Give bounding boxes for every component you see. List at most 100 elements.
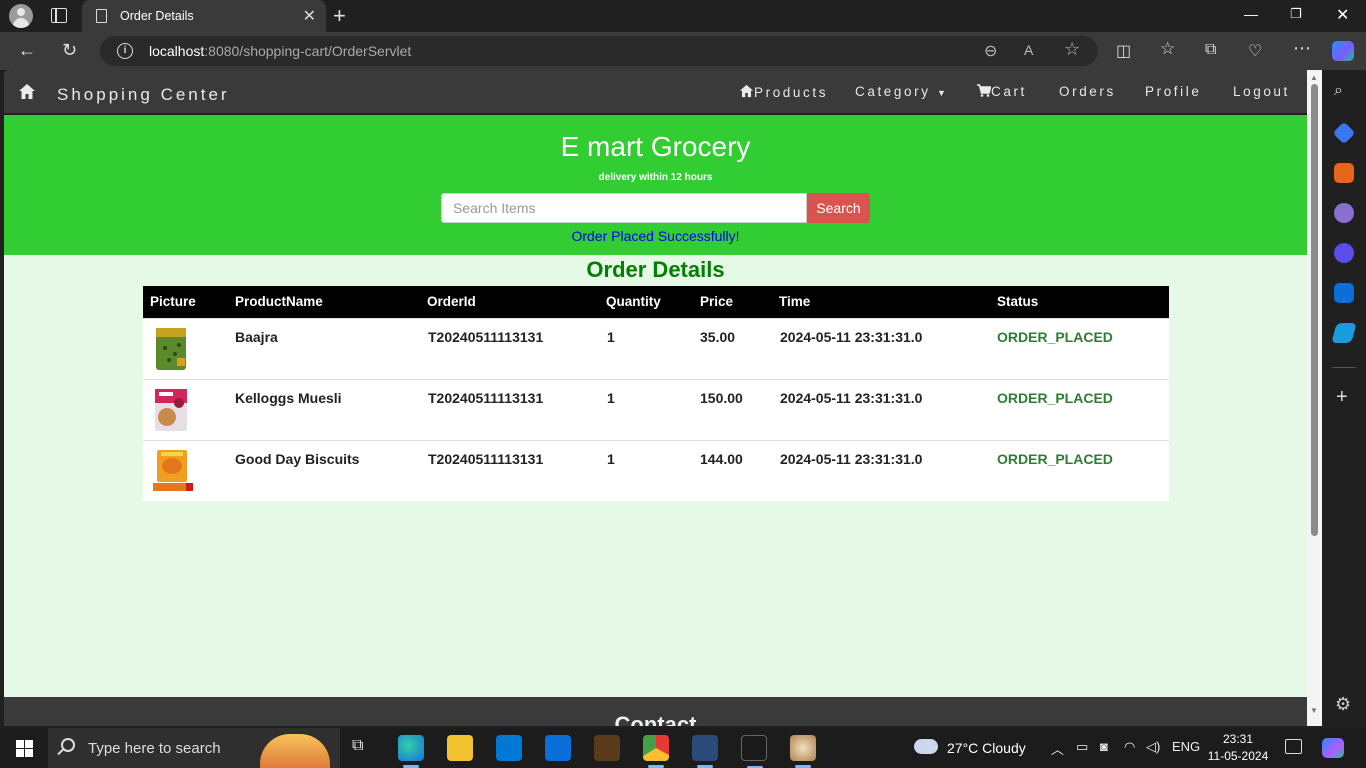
quantity: 1: [607, 451, 615, 467]
minimize-icon[interactable]: —: [1244, 6, 1258, 22]
mail-icon[interactable]: [545, 735, 571, 761]
order-id: T20240511113131: [428, 390, 544, 406]
scroll-down-icon[interactable]: ▼: [1310, 706, 1318, 715]
browser-tabbar: Order Details ✕ + — ❐ ✕: [0, 0, 1366, 32]
read-aloud-icon[interactable]: A: [1024, 42, 1033, 58]
copilot-taskbar-icon[interactable]: [1322, 738, 1344, 758]
profile-avatar-icon[interactable]: [9, 4, 33, 28]
scroll-up-icon[interactable]: ▲: [1310, 73, 1318, 82]
system-clock[interactable]: 23:31 11-05-2024: [1206, 731, 1270, 765]
nav-category-label: Category: [855, 84, 931, 99]
url-text[interactable]: localhost:8080/shopping-cart/OrderServle…: [149, 43, 411, 59]
add-sidebar-app-icon[interactable]: +: [1336, 386, 1348, 409]
product-name[interactable]: Good Day Biscuits: [235, 451, 359, 467]
collections-icon[interactable]: ⧉: [1205, 41, 1216, 59]
sidebar-search-icon[interactable]: ⌕: [1334, 82, 1354, 102]
search-input[interactable]: [441, 193, 807, 223]
table-row: Good Day Biscuits T20240511113131 1 144.…: [143, 440, 1169, 501]
search-highlight-icon: [260, 734, 330, 768]
mysql-workbench-icon[interactable]: [692, 735, 718, 768]
file-explorer-icon[interactable]: [447, 735, 473, 761]
table-row: Baajra T20240511113131 1 35.00 2024-05-1…: [143, 318, 1169, 379]
order-success-message: Order Placed Successfully!: [571, 228, 740, 244]
edge-sidebar: ⌕ + ⚙: [1322, 70, 1366, 728]
nav-products[interactable]: Products: [739, 84, 828, 100]
game-app-icon[interactable]: [594, 735, 620, 761]
nav-profile[interactable]: Profile: [1145, 84, 1201, 99]
split-screen-icon[interactable]: ◫: [1116, 41, 1131, 61]
site-navbar: Shopping Center Products Category ▼ Cart…: [4, 70, 1307, 115]
baajra-pack-image: [156, 328, 186, 370]
new-tab-icon[interactable]: +: [333, 3, 346, 29]
paint-icon[interactable]: [790, 735, 816, 768]
page-viewport: Shopping Center Products Category ▼ Cart…: [4, 70, 1307, 726]
site-brand[interactable]: Shopping Center: [57, 85, 230, 105]
mysql-client-icon[interactable]: [741, 735, 767, 768]
taskbar-search[interactable]: Type here to search: [48, 728, 340, 768]
microsoft-store-icon[interactable]: [496, 735, 522, 761]
shopping-tag-icon[interactable]: [1332, 121, 1356, 145]
back-icon[interactable]: ←: [18, 40, 36, 61]
games-icon[interactable]: [1334, 203, 1354, 223]
status-badge: ORDER_PLACED: [997, 329, 1113, 345]
column-header: OrderId: [427, 294, 476, 309]
task-view-icon[interactable]: ⧉: [352, 737, 363, 755]
biscuits-pack-image: [153, 450, 193, 491]
product-name[interactable]: Baajra: [235, 329, 278, 345]
status-badge: ORDER_PLACED: [997, 451, 1113, 467]
nav-orders[interactable]: Orders: [1059, 84, 1116, 99]
footer-contact: Contact: [4, 697, 1307, 726]
address-bar[interactable]: i localhost:8080/shopping-cart/OrderServ…: [100, 36, 1098, 66]
nav-category-dropdown[interactable]: Category ▼: [855, 84, 946, 99]
favorite-star-icon[interactable]: ☆: [1064, 39, 1080, 60]
window-close-icon[interactable]: ✕: [1336, 5, 1349, 25]
page-scrollbar[interactable]: ▲ ▼: [1307, 70, 1322, 726]
drop-send-icon[interactable]: [1331, 323, 1357, 343]
price: 150.00: [700, 390, 743, 406]
language-indicator[interactable]: ENG: [1172, 739, 1200, 754]
restore-icon[interactable]: ❐: [1290, 6, 1302, 22]
site-info-icon[interactable]: i: [117, 43, 133, 59]
refresh-icon[interactable]: ↻: [62, 40, 77, 61]
tools-icon[interactable]: [1334, 163, 1354, 183]
column-header: Status: [997, 294, 1039, 309]
scroll-thumb[interactable]: [1311, 84, 1318, 536]
more-menu-icon[interactable]: ⋯: [1293, 38, 1311, 59]
outlook-icon[interactable]: [1334, 283, 1354, 303]
meet-now-icon[interactable]: ◙: [1100, 739, 1108, 754]
copilot-icon[interactable]: [1332, 41, 1354, 61]
tab-actions-icon[interactable]: [51, 8, 67, 23]
battery-icon[interactable]: ▭: [1076, 739, 1088, 755]
windows-start-icon[interactable]: [16, 740, 33, 757]
nav-cart[interactable]: Cart: [977, 84, 1027, 99]
caret-down-icon: ▼: [936, 88, 946, 98]
favorites-icon[interactable]: ☆: [1160, 39, 1175, 59]
order-id: T20240511113131: [428, 451, 544, 467]
nav-products-label: Products: [754, 85, 829, 100]
muesli-pack-image: [155, 389, 187, 431]
notification-icon[interactable]: [1285, 739, 1302, 754]
wifi-icon[interactable]: ◠: [1124, 739, 1135, 755]
edge-taskbar-icon[interactable]: [398, 735, 424, 768]
zoom-icon[interactable]: ⊖: [984, 41, 997, 61]
volume-icon[interactable]: ◁): [1146, 739, 1160, 755]
tab-close-icon[interactable]: ✕: [303, 6, 316, 26]
browser-tab-active[interactable]: Order Details ✕: [82, 0, 326, 32]
chrome-icon[interactable]: [643, 735, 669, 768]
home-icon[interactable]: [18, 83, 36, 100]
nav-cart-label: Cart: [991, 84, 1027, 99]
browser-essentials-icon[interactable]: ♡: [1248, 41, 1262, 61]
search-button[interactable]: Search: [807, 193, 870, 223]
order-time: 2024-05-11 23:31:31.0: [780, 329, 923, 345]
microsoft365-icon[interactable]: [1334, 243, 1354, 263]
order-time: 2024-05-11 23:31:31.0: [780, 451, 923, 467]
product-name[interactable]: Kelloggs Muesli: [235, 390, 342, 406]
sidebar-settings-icon[interactable]: ⚙: [1335, 694, 1351, 715]
nav-logout[interactable]: Logout: [1233, 84, 1290, 99]
weather-text[interactable]: 27°C Cloudy: [947, 740, 1026, 756]
tray-chevron-icon[interactable]: ︿: [1051, 739, 1064, 758]
column-header: Picture: [150, 294, 196, 309]
price: 144.00: [700, 451, 743, 467]
tab-title: Order Details: [120, 9, 194, 23]
cloudy-weather-icon[interactable]: [914, 739, 938, 754]
